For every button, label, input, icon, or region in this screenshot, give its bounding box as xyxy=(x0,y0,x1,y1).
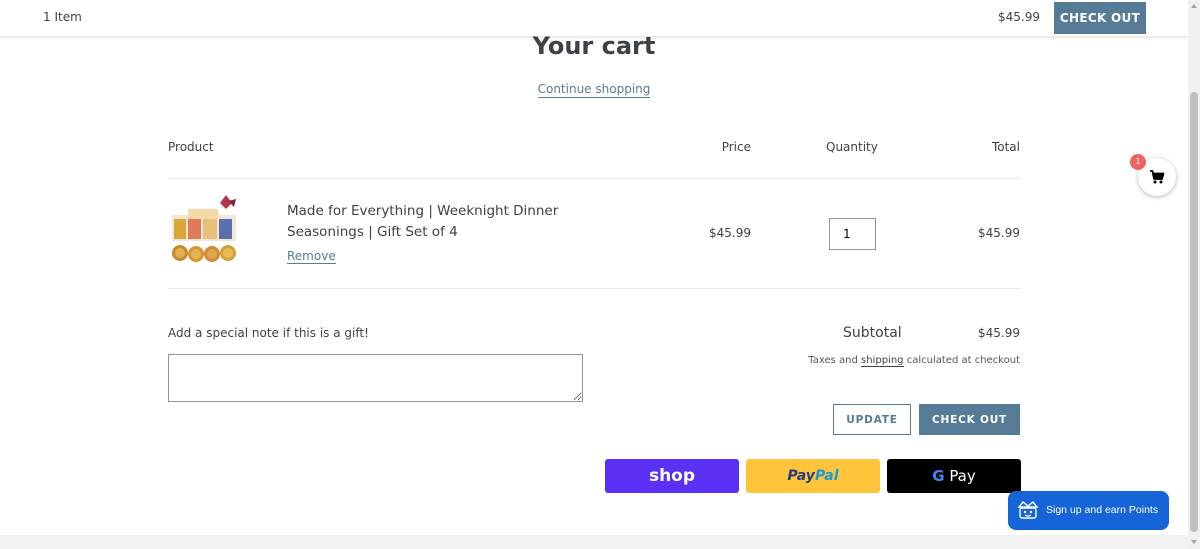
taxes-prefix: Taxes and xyxy=(808,355,858,366)
header-price: Price xyxy=(721,140,751,154)
taxes-suffix: calculated at checkout xyxy=(906,355,1020,366)
taxes-note: Taxes and shipping calculated at checkou… xyxy=(808,355,1020,367)
gift-note-textarea[interactable] xyxy=(168,354,583,402)
scrollbar[interactable] xyxy=(1188,0,1200,549)
cart-icon xyxy=(1150,170,1165,184)
header-quantity: Quantity xyxy=(826,140,878,154)
continue-shopping-link[interactable]: Continue shopping xyxy=(537,82,651,98)
paypal-label-a: Pay xyxy=(787,468,815,484)
note-label: Add a special note if this is a gift! xyxy=(168,326,369,340)
cart-count-badge: 1 xyxy=(1130,154,1146,170)
remove-link[interactable]: Remove xyxy=(287,249,336,264)
cart-bar-price: $45.99 xyxy=(998,10,1040,24)
scroll-down-icon[interactable] xyxy=(1191,540,1197,544)
rewards-label: Sign up and earn Points xyxy=(1046,504,1159,516)
divider xyxy=(168,288,1020,289)
shop-pay-button[interactable]: shop xyxy=(605,459,739,493)
continue-shopping: Continue shopping xyxy=(0,78,1188,98)
page-title: Your cart xyxy=(532,32,656,60)
subtotal-label: Subtotal xyxy=(843,325,902,341)
cart-item-count: 1 Item xyxy=(43,10,82,24)
paypal-label-b: Pal xyxy=(814,468,839,484)
topbar-checkout-button[interactable]: CHECK OUT xyxy=(1054,2,1146,34)
update-button[interactable]: UPDATE xyxy=(833,404,911,435)
sticky-cart-bar: 1 Item $45.99 CHECK OUT xyxy=(0,0,1188,36)
product-name[interactable]: Made for Everything | Weeknight Dinner S… xyxy=(287,201,587,243)
item-price: $45.99 xyxy=(709,226,751,240)
divider xyxy=(168,178,1020,179)
subtotal-value: $45.99 xyxy=(978,326,1020,340)
gpay-label: Pay xyxy=(949,467,976,485)
google-pay-button[interactable]: G Pay xyxy=(887,459,1021,493)
shipping-link[interactable]: shipping xyxy=(861,355,904,367)
rewards-icon xyxy=(1017,501,1039,519)
rewards-launcher[interactable]: Sign up and earn Points xyxy=(1008,491,1169,530)
header-product: Product xyxy=(168,140,214,154)
scroll-up-icon[interactable] xyxy=(1191,4,1197,8)
checkout-button[interactable]: CHECK OUT xyxy=(919,404,1020,435)
quantity-input[interactable]: 1 xyxy=(829,218,876,250)
item-total: $45.99 xyxy=(978,226,1020,240)
paypal-button[interactable]: PayPal xyxy=(746,459,880,493)
cart-page: 1 Item $45.99 CHECK OUT Your cart Contin… xyxy=(0,0,1188,549)
product-thumbnail[interactable] xyxy=(168,193,240,267)
google-g-icon: G xyxy=(932,467,945,485)
scrollbar-thumb[interactable] xyxy=(1190,92,1198,532)
header-total: Total xyxy=(991,140,1020,154)
footer-band xyxy=(0,535,1188,549)
